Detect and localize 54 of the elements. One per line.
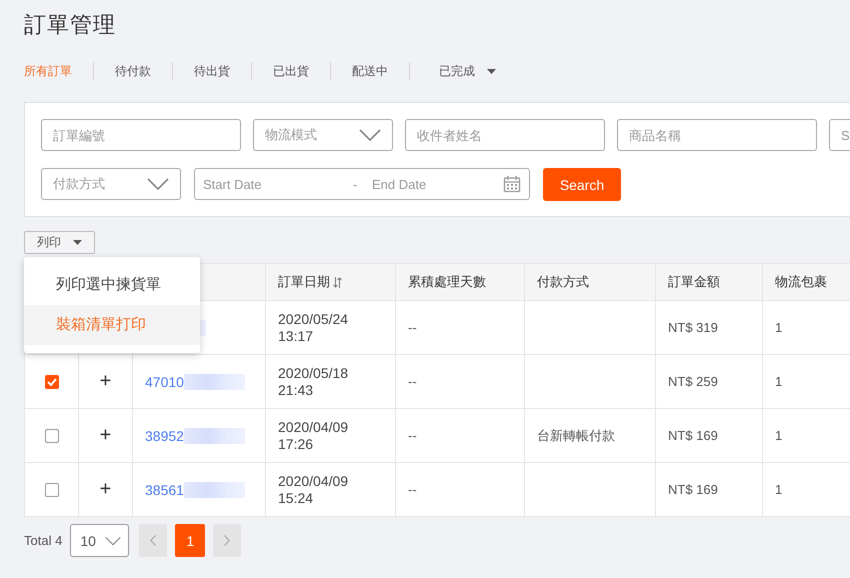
tab[interactable]: 待付款 bbox=[115, 62, 151, 80]
tab[interactable]: 配送中 bbox=[352, 62, 388, 80]
input-field[interactable]: 商品名稱 bbox=[617, 119, 817, 151]
column-header: 訂單金額 bbox=[668, 273, 720, 291]
table-cell: -- bbox=[408, 374, 417, 389]
chevron-down-icon bbox=[359, 129, 381, 141]
input-field[interactable]: 收件者姓名 bbox=[405, 119, 605, 151]
column-header: 累積處理天數 bbox=[408, 273, 486, 291]
table-cell: 1 bbox=[775, 320, 782, 335]
tab[interactable]: 已出貨 bbox=[273, 62, 309, 80]
order-date: 2020/05/24 13:17 bbox=[278, 310, 350, 344]
order-link[interactable]: 47010 bbox=[145, 374, 184, 390]
chevron-down-icon bbox=[105, 534, 122, 546]
sort-icon bbox=[333, 276, 342, 288]
table-cell: NT$ 259 bbox=[668, 374, 718, 389]
table-cell: 1 bbox=[775, 482, 782, 497]
chevron-down-icon bbox=[147, 178, 169, 190]
table-cell: NT$ 169 bbox=[668, 482, 718, 497]
order-date: 2020/05/18 21:43 bbox=[278, 364, 350, 398]
expand-button[interactable]: + bbox=[100, 478, 112, 500]
table-cell: -- bbox=[408, 482, 417, 497]
order-date: 2020/04/09 15:24 bbox=[278, 472, 350, 506]
table-cell: -- bbox=[408, 320, 417, 335]
page-size-select[interactable]: 10 bbox=[70, 524, 130, 557]
menu-item[interactable]: 列印選中揀貨單 bbox=[24, 265, 200, 305]
print-button[interactable]: 列印 bbox=[24, 231, 95, 254]
checkbox[interactable] bbox=[44, 482, 58, 496]
total-count: Total 4 bbox=[24, 533, 62, 548]
expand-button[interactable]: + bbox=[100, 424, 112, 446]
page-title: 訂單管理 bbox=[24, 11, 117, 39]
caret-icon bbox=[73, 240, 82, 245]
tab[interactable]: 待出貨 bbox=[194, 62, 230, 80]
calendar-icon bbox=[503, 175, 521, 193]
expand-button[interactable]: + bbox=[100, 370, 112, 392]
order-link[interactable]: 38561 bbox=[145, 482, 184, 498]
input-field[interactable]: 訂單編號 bbox=[41, 119, 241, 151]
order-link[interactable]: 38952 bbox=[145, 428, 184, 444]
input-field[interactable]: S bbox=[829, 119, 850, 151]
table-cell: -- bbox=[408, 428, 417, 443]
table-cell: 台新轉帳付款 bbox=[537, 428, 615, 442]
table-cell: 1 bbox=[775, 374, 782, 389]
table-cell: NT$ 319 bbox=[668, 320, 718, 335]
column-header: 物流包裹 bbox=[775, 273, 827, 291]
column-header: 付款方式 bbox=[537, 273, 589, 291]
table-cell: 1 bbox=[775, 428, 782, 443]
checkbox[interactable] bbox=[44, 428, 58, 442]
chevron-left-icon bbox=[150, 535, 156, 546]
tab[interactable]: 已完成 bbox=[439, 62, 496, 80]
chevron-right-icon bbox=[224, 535, 230, 546]
checkbox[interactable] bbox=[44, 374, 58, 388]
check-icon bbox=[46, 378, 56, 386]
order-date: 2020/04/09 17:26 bbox=[278, 418, 350, 452]
caret-icon bbox=[487, 68, 496, 74]
table-cell: NT$ 169 bbox=[668, 428, 718, 443]
